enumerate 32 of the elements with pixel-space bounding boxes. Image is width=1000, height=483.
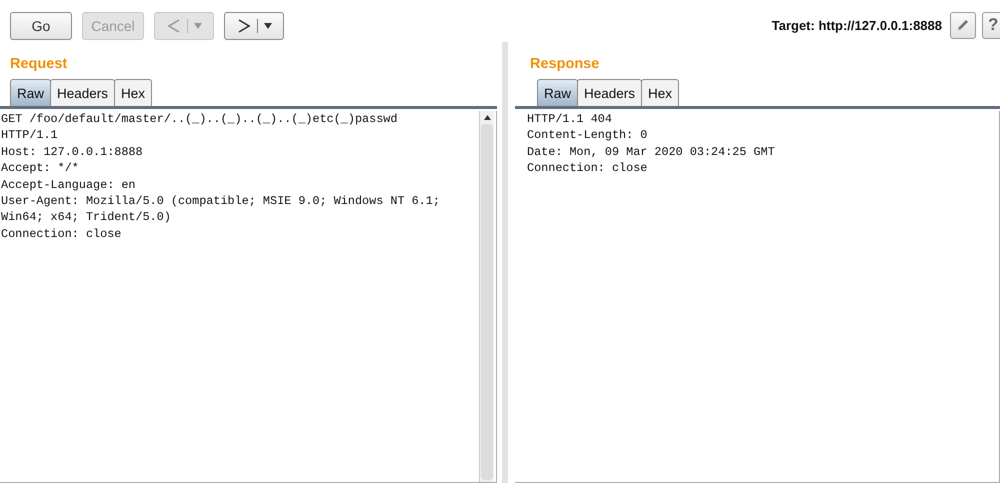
dropdown-icon[interactable] <box>264 23 272 29</box>
go-button[interactable]: Go <box>10 12 72 40</box>
panel-title: Request <box>9 55 68 74</box>
tab[interactable]: Headers <box>577 79 642 106</box>
panel-title: Response <box>529 55 600 74</box>
text-line: GET /foo/default/master/..(_)..(_)..(_)..(_)etc(_)passwd <box>1 111 398 128</box>
tab[interactable]: Hex <box>114 79 152 106</box>
text-line: Accept-Language: en <box>1 176 137 194</box>
text-line: Connection: close <box>527 160 648 177</box>
tab[interactable]: Headers <box>50 79 116 106</box>
text-editor[interactable]: HTTP/1.1 404 Content-Length: 0 Date: Mon, 09 Mar 2020 03:24:25 GMT Connection: close <box>515 111 1000 483</box>
scrollbar[interactable] <box>479 111 494 482</box>
text-line: User-Agent: Mozilla/5.0 (compatible; MSIE 9.0; Windows NT 6.1; <box>1 193 441 210</box>
forward-button[interactable] <box>224 12 284 40</box>
help-button[interactable]: ? <box>982 12 1000 38</box>
tab[interactable]: Raw <box>10 79 52 106</box>
tab[interactable]: Hex <box>641 79 680 106</box>
text-line: Win64; x64; Trident/5.0) <box>1 209 172 226</box>
left-chevron-icon <box>166 18 180 34</box>
target-label: Target: http://127.0.0.1:8888 <box>772 18 942 32</box>
text-line: HTTP/1.1 <box>1 127 59 144</box>
edit-button[interactable] <box>950 12 976 38</box>
text-line: Connection: close <box>1 226 122 242</box>
tab[interactable]: Raw <box>537 79 578 106</box>
text-line: HTTP/1.1 404 <box>527 111 613 128</box>
text-line: Content-Length: 0 <box>527 127 648 144</box>
text-line: Host: 127.0.0.1:8888 <box>1 144 144 160</box>
scroll-up-icon[interactable] <box>484 115 490 120</box>
text-line: Date: Mon, 09 Mar 2020 03:24:25 GMT <box>527 144 776 160</box>
pencil-icon <box>956 18 970 32</box>
text-line: Accept: */* <box>1 160 80 177</box>
right-chevron-icon <box>236 18 250 34</box>
